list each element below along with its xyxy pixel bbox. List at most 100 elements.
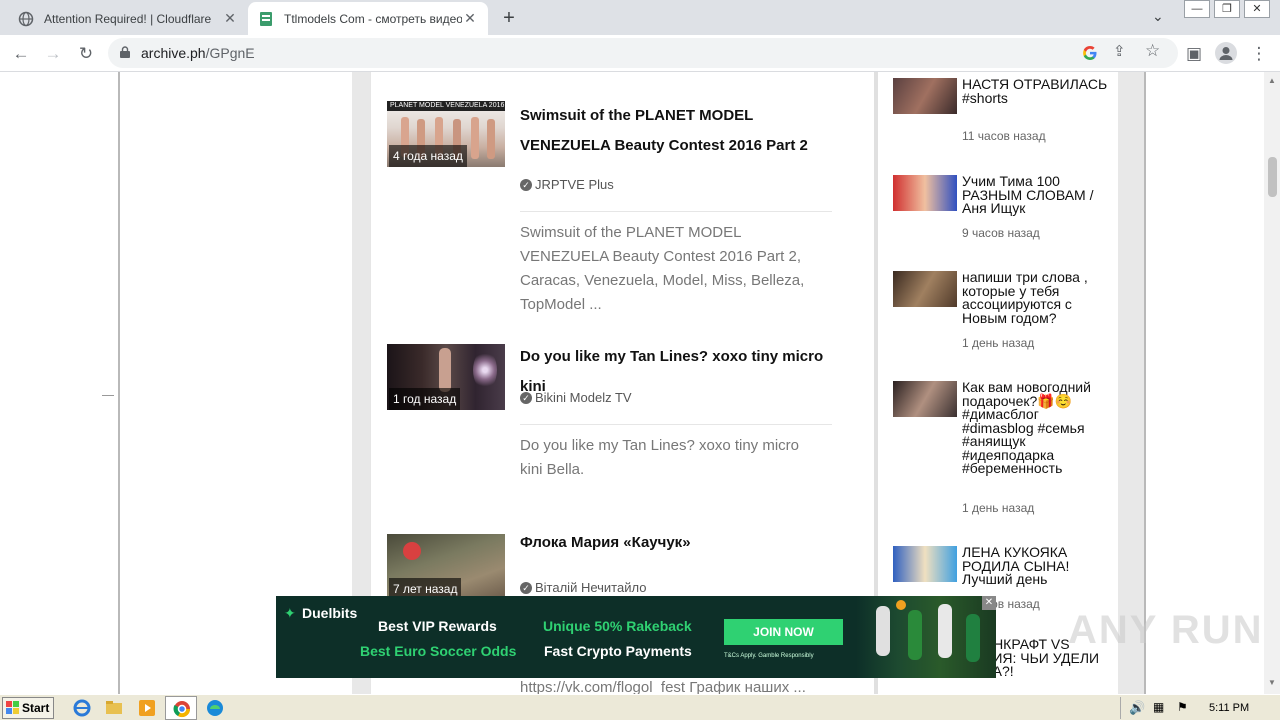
globe-icon — [18, 11, 34, 26]
video-thumbnail[interactable]: PLANET MODEL VENEZUELA 2016 4 года назад — [387, 101, 505, 167]
sidebar-thumbnail[interactable] — [893, 546, 957, 582]
network-icon[interactable]: ▦ — [1153, 700, 1164, 714]
forward-arrow-icon[interactable]: → — [42, 43, 64, 65]
tab-search-chevron-icon[interactable]: ⌄ — [1152, 8, 1164, 25]
sidebar-video-title[interactable]: НАСТЯ ОТРАВИЛАСЬ #shorts — [962, 77, 1108, 105]
profile-avatar[interactable] — [1215, 42, 1237, 64]
sidebar-thumbnail[interactable] — [893, 271, 957, 307]
volume-icon[interactable]: 🔊 — [1129, 700, 1145, 716]
google-icon[interactable] — [1082, 45, 1098, 61]
channel-link[interactable]: ✓ Віталій Нечитайло — [520, 580, 646, 595]
join-now-button[interactable]: JOIN NOW — [724, 619, 843, 645]
lock-icon — [120, 46, 130, 58]
anyrun-watermark: ANY RUN — [1068, 608, 1264, 652]
start-button[interactable]: Start — [2, 697, 54, 719]
ad-legal: T&Cs Apply. Gamble Responsibly — [724, 653, 814, 659]
ad-text: Unique 50% Rakeback — [543, 618, 692, 634]
video-title[interactable]: Флока Мария «Каучук» — [520, 528, 840, 558]
page-favicon-icon — [260, 11, 272, 26]
video-description: https://vk.com/flogol_fest График наших … — [520, 679, 806, 694]
sidebar-video-title[interactable]: Как вам новогодний подарочек?🎁☺️ #димасб… — [962, 380, 1108, 476]
menu-kebab-icon[interactable]: ⋮ — [1248, 43, 1270, 65]
tab-title: Attention Required! | Cloudflare — [44, 11, 212, 26]
windows-logo-icon — [6, 701, 19, 714]
page-scrollbar[interactable]: ▲ ▼ — [1264, 72, 1280, 694]
ad-text: Best Euro Soccer Odds — [360, 643, 517, 659]
frame-border-left — [118, 72, 120, 694]
thumbnail-caption: PLANET MODEL VENEZUELA 2016 — [387, 101, 505, 111]
ad-banner[interactable]: ✦ Duelbits Best VIP Rewards Unique 50% Ra… — [276, 596, 996, 678]
ad-close-icon[interactable]: ✕ — [982, 596, 996, 610]
share-icon[interactable]: ⇪ — [1113, 42, 1126, 60]
channel-link[interactable]: ✓ JRPTVE Plus — [520, 177, 614, 192]
channel-link[interactable]: ✓ Bikini Modelz TV — [520, 390, 632, 405]
divider — [520, 424, 832, 425]
flag-icon[interactable]: ⚑ — [1177, 700, 1188, 714]
side-panel-icon[interactable]: ▣ — [1183, 43, 1205, 65]
taskbar: Start 🔊 ▦ ⚑ 5:11 PM — [0, 694, 1280, 720]
window-controls: — ❐ ✕ — [1180, 0, 1270, 18]
edge-icon[interactable] — [205, 698, 225, 718]
back-arrow-icon[interactable]: ← — [10, 43, 32, 65]
close-tab-icon[interactable]: ✕ — [222, 10, 238, 27]
tab-strip: Attention Required! | Cloudflare ✕ Ttlmo… — [0, 0, 1280, 35]
tab-cloudflare[interactable]: Attention Required! | Cloudflare ✕ — [8, 2, 248, 35]
address-bar[interactable]: archive.ph/GPgnE ⇪ ☆ — [108, 38, 1178, 68]
verified-check-icon: ✓ — [520, 178, 532, 191]
sidebar-video-time: 9 часов назад — [962, 226, 1040, 240]
close-window-icon[interactable]: ✕ — [1244, 0, 1270, 18]
sidebar-video-title[interactable]: Учим Тима 100 РАЗНЫМ СЛОВАМ / Аня Ищук — [962, 174, 1108, 216]
sidebar-thumbnail[interactable] — [893, 175, 957, 211]
content-gutter — [1118, 72, 1144, 694]
sidebar-thumbnail[interactable] — [893, 78, 957, 114]
ad-text: Best VIP Rewards — [378, 618, 497, 634]
clock: 5:11 PM — [1209, 702, 1250, 714]
chrome-icon — [173, 701, 191, 718]
browser-toolbar: ← → ↻ archive.ph/GPgnE ⇪ ☆ ▣ ⋮ — [0, 35, 1280, 72]
ad-text: Fast Crypto Payments — [544, 643, 692, 659]
start-label: Start — [22, 701, 50, 715]
sidebar-video-time: 1 день назад — [962, 501, 1035, 515]
video-thumbnail[interactable]: 7 лет назад — [387, 534, 505, 600]
scroll-thumb[interactable] — [1268, 157, 1277, 197]
divider — [520, 211, 832, 212]
sidebar-video-title[interactable]: напиши три слова , которые у тебя ассоци… — [962, 270, 1108, 325]
video-description: Do you like my Tan Lines? xoxo tiny micr… — [520, 437, 800, 478]
scroll-down-icon[interactable]: ▼ — [1268, 678, 1276, 687]
sidebar-thumbnail[interactable] — [893, 381, 957, 417]
folder-icon[interactable] — [104, 698, 124, 718]
sidebar-video-time: 1 день назад — [962, 336, 1035, 350]
system-tray: 🔊 ▦ ⚑ 5:11 PM — [1120, 697, 1278, 719]
divider — [102, 395, 114, 396]
verified-check-icon: ✓ — [520, 581, 532, 594]
channel-name: Віталій Нечитайло — [535, 580, 647, 595]
media-player-icon[interactable] — [137, 698, 157, 718]
reload-icon[interactable]: ↻ — [75, 43, 97, 65]
video-title[interactable]: Swimsuit of the PLANET MODEL VENEZUELA B… — [520, 101, 840, 161]
chrome-taskbar-item[interactable] — [165, 696, 197, 720]
ad-brand: Duelbits — [302, 605, 358, 621]
restore-icon[interactable]: ❐ — [1214, 0, 1240, 18]
sidebar-video-title[interactable]: ЛЕНА КУКОЯКА РОДИЛА СЫНА! Лучший день — [962, 545, 1108, 587]
channel-name: JRPTVE Plus — [535, 177, 614, 192]
close-tab-icon[interactable]: ✕ — [462, 10, 478, 27]
minimize-icon[interactable]: — — [1184, 0, 1210, 18]
duelbits-logo-icon: ✦ — [284, 605, 296, 621]
person-icon — [1219, 47, 1233, 60]
video-age: 1 год назад — [389, 388, 461, 410]
video-age: 4 года назад — [389, 145, 467, 167]
bookmark-star-icon[interactable]: ☆ — [1145, 41, 1160, 61]
new-tab-icon[interactable]: + — [498, 7, 520, 30]
channel-name: Bikini Modelz TV — [535, 390, 632, 405]
video-description: Swimsuit of the PLANET MODEL VENEZUELA B… — [520, 224, 805, 313]
video-thumbnail[interactable]: 1 год назад — [387, 344, 505, 410]
tab-ttlmodels[interactable]: Ttlmodels Com - смотреть видео он ✕ — [248, 2, 488, 35]
frame-border-right — [1144, 72, 1146, 694]
scroll-up-icon[interactable]: ▲ — [1268, 76, 1276, 85]
tab-title: Ttlmodels Com - смотреть видео он — [284, 11, 462, 26]
url-host: archive.ph — [141, 45, 206, 61]
url-text: archive.ph/GPgnE — [141, 45, 255, 61]
internet-explorer-icon[interactable] — [72, 698, 92, 718]
ad-logo: ✦ Duelbits — [284, 605, 357, 621]
url-path: /GPgnE — [205, 45, 255, 61]
